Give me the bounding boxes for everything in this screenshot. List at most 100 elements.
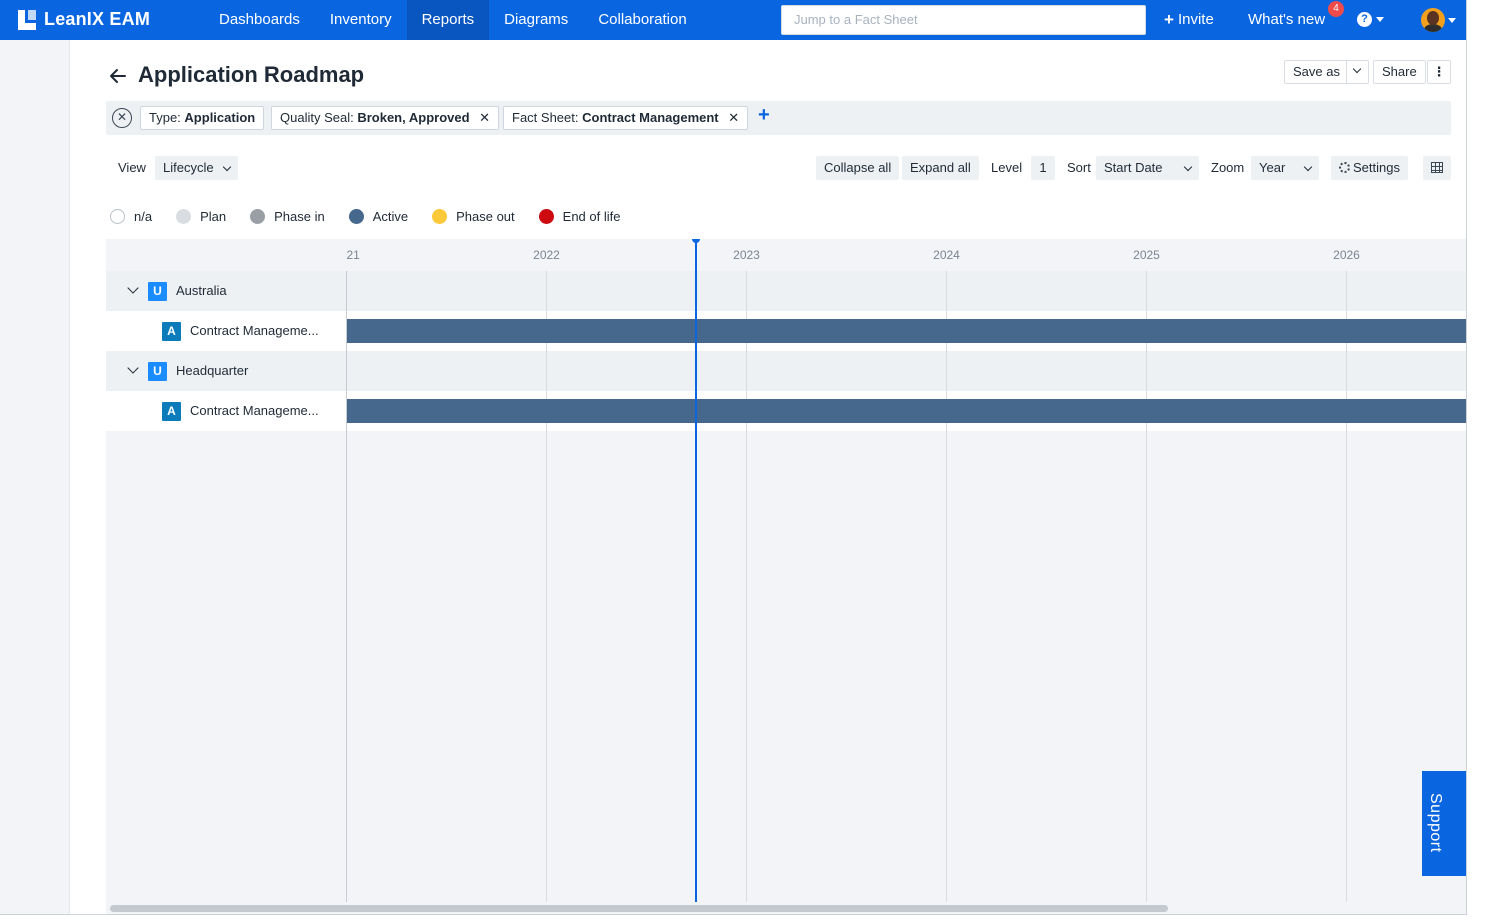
lifecycle-bar-active[interactable] — [347, 319, 1467, 343]
table-view-button[interactable] — [1423, 156, 1451, 180]
today-marker-dot — [692, 239, 700, 243]
filter-chip-fact-sheet[interactable]: Fact Sheet: Contract Management ✕ — [503, 106, 749, 130]
help-menu[interactable]: ? — [1357, 12, 1384, 27]
filter-chip-quality-seal[interactable]: Quality Seal: Broken, Approved ✕ — [271, 106, 500, 130]
expand-all-button[interactable]: Expand all — [902, 156, 979, 180]
settings-button[interactable]: Settings — [1331, 156, 1408, 180]
app-window: LeanIX EAM Dashboards Inventory Reports … — [0, 0, 1467, 915]
timeline-row-band — [346, 351, 1466, 391]
user-group-badge: U — [148, 362, 167, 381]
legend-label: Phase in — [274, 209, 325, 224]
scrollbar-thumb[interactable] — [110, 905, 1168, 912]
application-badge: A — [162, 322, 181, 341]
tree-row-label: Australia — [176, 283, 227, 298]
legend-dot — [538, 209, 554, 224]
user-menu[interactable] — [1421, 8, 1456, 32]
caret-down-icon — [1376, 17, 1384, 22]
jump-to-fact-sheet-input[interactable]: Jump to a Fact Sheet — [781, 5, 1146, 35]
horizontal-scrollbar[interactable] — [106, 902, 1466, 914]
tree-row-label[interactable]: Contract Manageme... — [190, 403, 319, 418]
legend-dot — [432, 209, 448, 224]
save-as-button[interactable]: Save as — [1284, 60, 1349, 84]
chevron-down-icon[interactable] — [127, 362, 139, 374]
zoom-value: Year — [1259, 160, 1286, 175]
chevron-down-icon — [222, 162, 231, 171]
lifecycle-legend: n/a Plan Phase in Active Phase out End o… — [110, 209, 644, 224]
chevron-down-icon — [1303, 162, 1313, 171]
filter-value: Contract Management — [582, 110, 719, 125]
legend-dot — [250, 209, 266, 224]
sort-select[interactable]: Start Date — [1096, 156, 1199, 180]
application-badge: A — [162, 402, 181, 421]
tree-row-australia[interactable]: U Australia — [106, 271, 346, 311]
top-navigation-bar: LeanIX EAM Dashboards Inventory Reports … — [0, 0, 1466, 40]
invite-label: Invite — [1177, 11, 1214, 28]
timeline-area: 2021 2022 2023 2024 2025 2026 — [333, 239, 1467, 902]
table-icon — [1431, 162, 1443, 173]
page-title: Application Roadmap — [138, 62, 365, 87]
legend-label: End of life — [562, 209, 621, 224]
year-tick-label: 2024 — [933, 248, 960, 262]
remove-filter-icon[interactable]: ✕ — [479, 110, 490, 125]
plus-icon: + — [1164, 10, 1174, 29]
whats-new-button[interactable]: What's new — [1248, 11, 1325, 28]
level-label: Level — [991, 160, 1023, 175]
save-as-dropdown[interactable] — [1346, 60, 1369, 84]
filter-value: Application — [184, 110, 256, 125]
nav-reports[interactable]: Reports — [406, 0, 490, 40]
remove-filter-icon[interactable]: ✕ — [728, 110, 739, 125]
back-arrow-icon[interactable] — [108, 66, 128, 86]
nav-collaboration[interactable]: Collaboration — [583, 0, 701, 40]
year-tick-label: 2021 — [346, 248, 360, 262]
sort-value: Start Date — [1104, 160, 1163, 175]
legend-item-plan: Plan — [176, 209, 226, 224]
avatar — [1421, 8, 1445, 32]
roadmap-chart: U Australia A Contract Manageme... U Hea… — [106, 239, 1467, 902]
chevron-down-icon[interactable] — [127, 282, 139, 294]
nav-dashboards[interactable]: Dashboards — [204, 0, 315, 40]
view-select[interactable]: Lifecycle — [155, 156, 238, 180]
nav-inventory[interactable]: Inventory — [315, 0, 407, 40]
legend-dot — [110, 209, 125, 224]
tree-row-contract-management-2[interactable]: A Contract Manageme... — [106, 391, 346, 431]
kebab-icon: ⋮ — [1432, 64, 1446, 79]
main-nav: Dashboards Inventory Reports Diagrams Co… — [204, 0, 702, 40]
invite-button[interactable]: + Invite — [1164, 11, 1214, 28]
level-input[interactable]: 1 — [1031, 156, 1055, 180]
year-tick-label: 2026 — [1333, 248, 1360, 262]
lifecycle-bar-active[interactable] — [347, 399, 1467, 423]
nav-diagrams[interactable]: Diagrams — [489, 0, 583, 40]
filter-key: Fact Sheet: — [512, 110, 579, 125]
filter-key: Quality Seal: — [280, 110, 354, 125]
legend-item-na: n/a — [110, 209, 152, 224]
zoom-select[interactable]: Year — [1251, 156, 1319, 180]
tree-row-label[interactable]: Contract Manageme... — [190, 323, 319, 338]
add-filter-icon[interactable]: + — [758, 104, 770, 127]
tree-row-contract-management-1[interactable]: A Contract Manageme... — [106, 311, 346, 351]
filter-key: Type: — [149, 110, 181, 125]
gear-icon — [1339, 162, 1350, 173]
collapse-all-button[interactable]: Collapse all — [816, 156, 900, 180]
year-tick-label: 2025 — [1133, 248, 1160, 262]
legend-label: Phase out — [456, 209, 515, 224]
app-name: LeanIX EAM — [44, 9, 151, 29]
sort-label: Sort — [1067, 160, 1091, 175]
more-options-button[interactable]: ⋮ — [1427, 60, 1451, 84]
help-icon: ? — [1357, 12, 1372, 27]
tree-row-headquarter[interactable]: U Headquarter — [106, 351, 346, 391]
legend-dot — [176, 209, 192, 224]
support-button[interactable]: Support — [1422, 771, 1466, 876]
legend-label: Active — [372, 209, 409, 224]
legend-label: n/a — [134, 209, 153, 224]
legend-dot — [348, 209, 364, 224]
legend-item-active: Active — [348, 209, 409, 224]
timeline-row-band — [346, 271, 1466, 311]
clear-filters-icon[interactable]: ✕ — [112, 108, 132, 128]
chevron-down-icon — [1352, 64, 1362, 74]
logo[interactable]: LeanIX EAM — [18, 9, 150, 30]
share-button[interactable]: Share — [1373, 60, 1426, 84]
filter-chip-type[interactable]: Type: Application — [140, 106, 265, 130]
view-value: Lifecycle — [163, 160, 214, 175]
chevron-down-icon — [1183, 162, 1193, 171]
caret-down-icon — [1448, 17, 1456, 23]
